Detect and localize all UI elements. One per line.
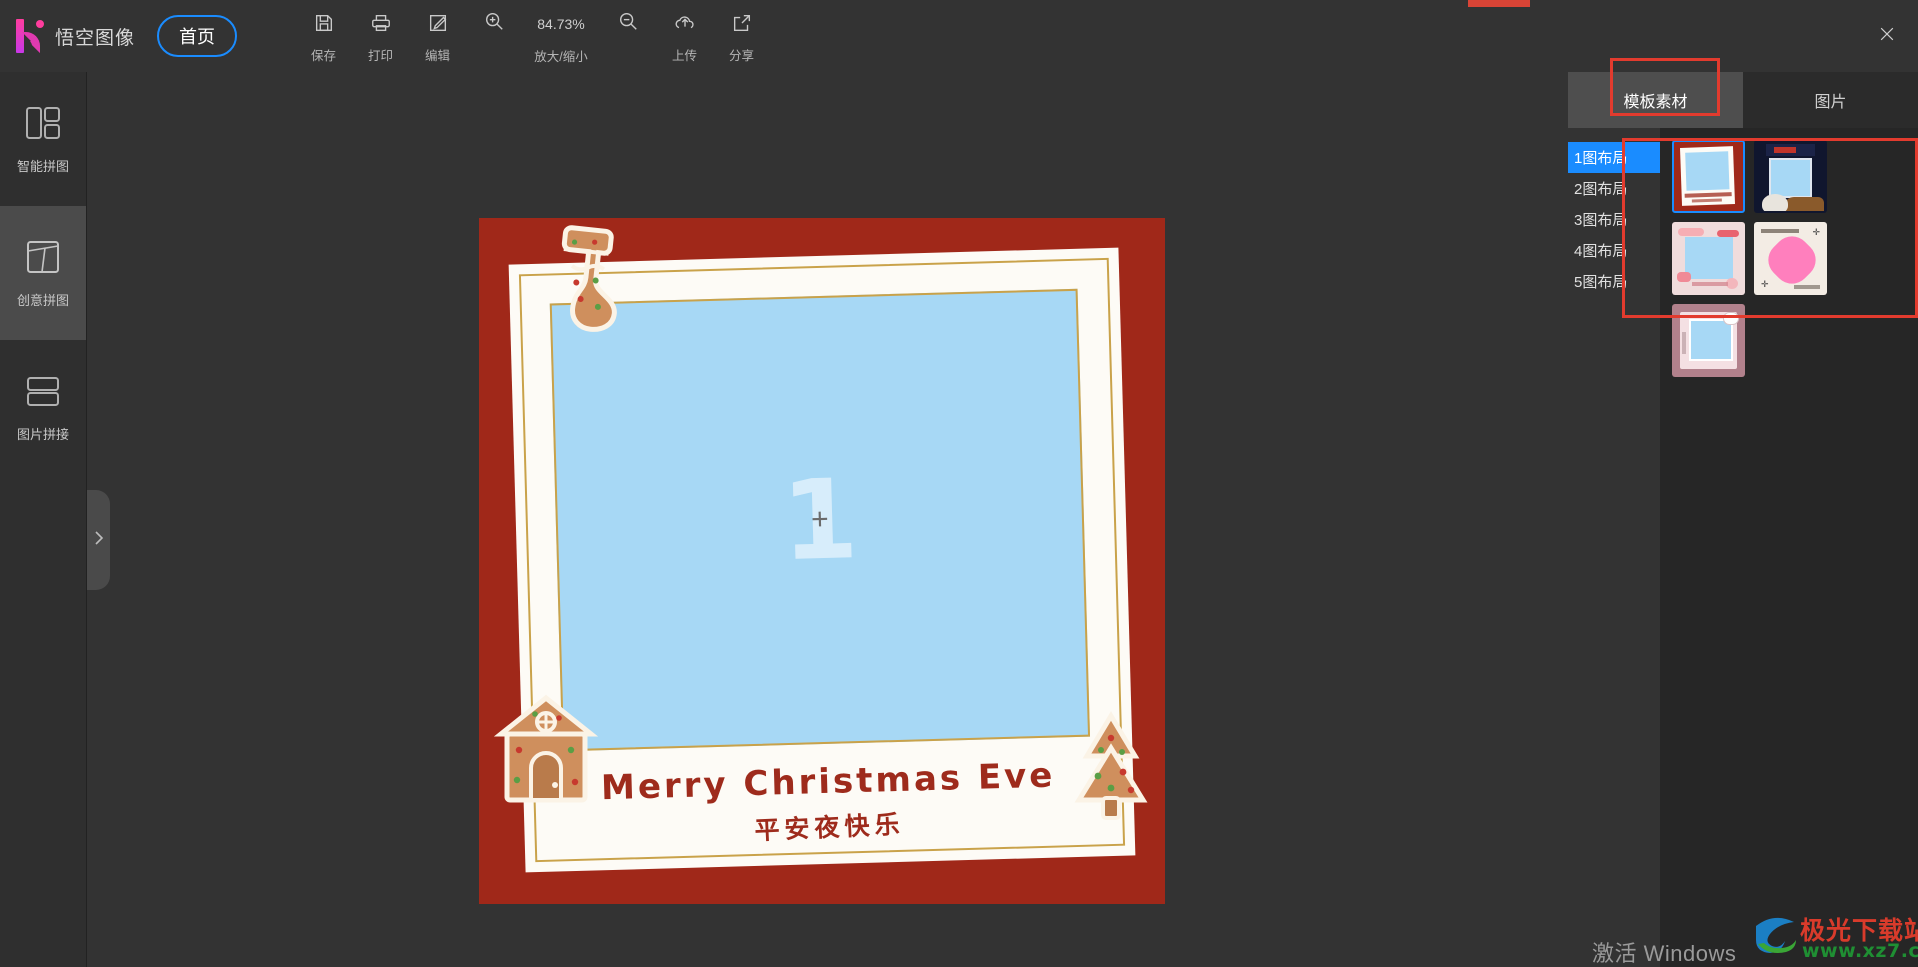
template-thumb-mauve-photo-frame[interactable] [1672, 304, 1745, 377]
photo-stitch-icon [21, 371, 65, 411]
sidebar-item-creative-collage[interactable]: 创意拼图 [0, 206, 86, 340]
left-sidebar: 智能拼图 创意拼图 图片拼接 [0, 72, 87, 967]
edit-label: 编辑 [425, 49, 451, 63]
print-icon [370, 10, 392, 36]
gingerbread-tree-icon [1065, 710, 1157, 830]
layout-item-1[interactable]: 1图布局 [1568, 142, 1660, 173]
zoom-label: 放大/缩小 [534, 50, 588, 64]
site-url: www.xz7.com [1802, 940, 1918, 962]
template-thumbnail-grid: ✛ ✛ [1660, 128, 1918, 967]
chevron-right-icon [93, 528, 105, 553]
home-button[interactable]: 首页 [157, 15, 238, 57]
tab-template-materials[interactable]: 模板素材 [1568, 72, 1743, 128]
edit-button[interactable]: 编辑 [409, 10, 466, 64]
polaroid-frame: 1 + Merry Christmas Eve 平安夜快乐 [508, 247, 1136, 873]
upload-icon [674, 10, 696, 36]
edit-icon [427, 10, 449, 36]
tab-pictures[interactable]: 图片 [1743, 72, 1918, 128]
share-label: 分享 [729, 49, 755, 63]
sidebar-item-photo-stitch[interactable]: 图片拼接 [0, 340, 86, 474]
panel-collapse-handle[interactable] [87, 490, 110, 590]
gingerbread-stocking-icon [536, 218, 647, 337]
share-icon [731, 10, 753, 36]
sidebar-item-label: 创意拼图 [16, 293, 69, 308]
sidebar-item-label: 智能拼图 [16, 159, 69, 174]
upload-label: 上传 [672, 49, 698, 63]
zoom-value: 84.73% [537, 15, 585, 32]
layout-list: 1图布局 2图布局 3图布局 4图布局 5图布局 [1568, 128, 1660, 967]
template-thumb-pink-love-frame[interactable] [1672, 222, 1745, 295]
save-button[interactable]: 保存 [295, 10, 352, 64]
add-photo-plus-icon[interactable]: + [811, 503, 829, 536]
print-label: 打印 [368, 49, 394, 63]
share-button[interactable]: 分享 [713, 10, 770, 64]
layout-item-5[interactable]: 5图布局 [1568, 266, 1660, 297]
windows-activation-watermark: 激活 Windows [1592, 941, 1737, 966]
zoom-out-icon [617, 10, 639, 37]
brand-area: 悟空图像 首页 [0, 0, 238, 72]
save-label: 保存 [311, 49, 337, 63]
gingerbread-house-icon [491, 690, 601, 810]
template-thumb-just-love-life[interactable]: ✛ ✛ [1754, 222, 1827, 295]
close-window-button[interactable] [1874, 23, 1900, 49]
layout-item-3[interactable]: 3图布局 [1568, 204, 1660, 235]
right-panel-body: 1图布局 2图布局 3图布局 4图布局 5图布局 ✛ ✛ [1568, 128, 1918, 967]
print-button[interactable]: 打印 [352, 10, 409, 64]
creative-collage-icon [21, 237, 65, 277]
site-logo-icon [1752, 914, 1798, 956]
annotation-top-stub [1468, 0, 1530, 7]
canvas-area: 1 + Merry Christmas Eve 平安夜快乐 [87, 72, 1568, 967]
sidebar-item-label: 图片拼接 [16, 427, 69, 442]
right-panel-tabs: 模板素材 图片 [1568, 72, 1918, 128]
photo-slot-1[interactable]: 1 + [549, 288, 1091, 752]
poster-canvas[interactable]: 1 + Merry Christmas Eve 平安夜快乐 [479, 218, 1165, 904]
save-icon [313, 10, 335, 36]
template-thumb-santa-night-frame[interactable] [1754, 140, 1827, 213]
sidebar-item-smart-collage[interactable]: 智能拼图 [0, 72, 86, 206]
layout-item-2[interactable]: 2图布局 [1568, 173, 1660, 204]
zoom-in-icon [483, 10, 505, 37]
app-title: 悟空图像 [55, 27, 136, 49]
site-watermark: 极光下载站 www.xz7.com [1752, 908, 1918, 967]
close-icon [1877, 24, 1897, 49]
zoom-in-button[interactable] [467, 10, 521, 37]
toolbar-actions: 保存 打印 编辑 84.73% 放大/缩小 上传 分享 [295, 0, 770, 65]
smart-collage-icon [21, 103, 65, 143]
zoom-out-button[interactable] [601, 10, 655, 37]
upload-button[interactable]: 上传 [656, 10, 713, 64]
application-window: 悟空图像 首页 保存 打印 编辑 84.73% 放大/缩小 上传 分享 智能拼图… [0, 0, 1918, 967]
app-logo-icon [14, 19, 44, 53]
top-toolbar: 悟空图像 首页 保存 打印 编辑 84.73% 放大/缩小 上传 分享 [0, 0, 1918, 72]
template-thumb-christmas-eve-polaroid[interactable] [1672, 140, 1745, 213]
zoom-controls: 84.73% 放大/缩小 [466, 10, 656, 65]
layout-item-4[interactable]: 4图布局 [1568, 235, 1660, 266]
right-panel: 模板素材 图片 1图布局 2图布局 3图布局 4图布局 5图布局 ✛ ✛ [1568, 72, 1918, 967]
